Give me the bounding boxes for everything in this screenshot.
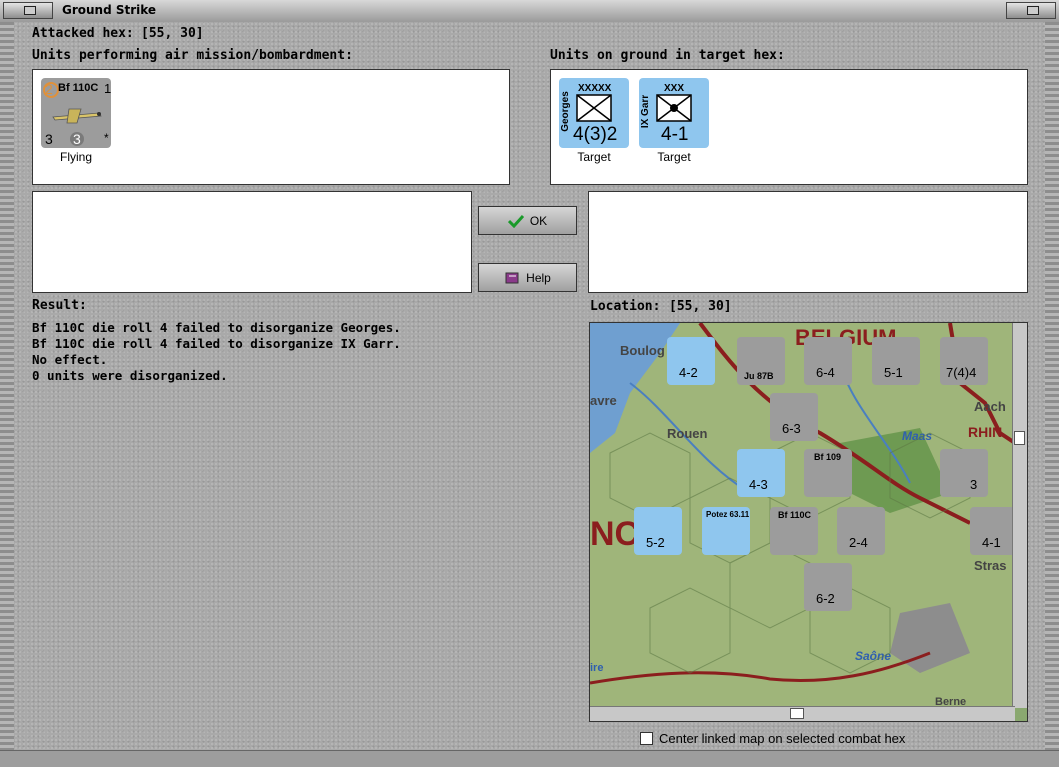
map-vertical-scroll-thumb[interactable] [1014, 431, 1025, 445]
map-label-france: NC [590, 515, 639, 553]
map-air-unit-counter[interactable]: Ju 87B [737, 337, 785, 385]
map-unit-counter[interactable]: 4-2 [667, 337, 715, 385]
result-line: No effect. [32, 352, 108, 367]
air-unit-mark: * [104, 131, 109, 145]
map-unit-counter[interactable]: 6-4 [804, 337, 852, 385]
window-title: Ground Strike [62, 3, 157, 17]
map-unit-counter[interactable]: 4-1 [970, 507, 1018, 555]
ground-unit-strength: 4(3)2 [573, 124, 618, 145]
help-button-label: Help [526, 270, 551, 285]
result-line: Bf 110C die roll 4 failed to disorganize… [32, 320, 401, 335]
map-unit-strength: 3 [970, 477, 978, 492]
map-label-maas: Maas [902, 429, 932, 443]
map-unit-counter[interactable]: 3 [940, 449, 988, 497]
map-label-loire: ire [590, 662, 603, 674]
map-label-boulogne: Boulog [620, 343, 665, 358]
map-unit-strength: 5-1 [884, 365, 903, 380]
ground-unit-status: Target [577, 150, 611, 164]
ground-unit-status: Target [657, 150, 691, 164]
air-units-heading: Units performing air mission/bombardment… [32, 48, 353, 63]
title-bar: Ground Strike [0, 0, 1059, 23]
map-label-aachen: Aach [974, 399, 1006, 414]
maximize-icon [1027, 6, 1039, 15]
help-button[interactable]: Help [478, 263, 577, 292]
map-unit-strength: 6-3 [782, 421, 801, 436]
map-vertical-scrollbar[interactable] [1012, 323, 1027, 708]
map-air-unit-counter[interactable]: Bf 109 [804, 449, 852, 497]
map-unit-strength: 4-2 [679, 365, 698, 380]
air-unit-name: Bf 110C [58, 82, 99, 94]
map-unit-counter[interactable]: 6-2 [804, 563, 852, 611]
ground-unit-size: XXXXX [578, 83, 612, 94]
ground-units-box: XXXXX Georges 4(3)2 Target XXX IX Garr 4… [550, 69, 1028, 185]
map-horizontal-scroll-thumb[interactable] [790, 708, 804, 719]
location-label: Location: [590, 299, 661, 314]
center-linked-map-option[interactable]: Center linked map on selected combat hex [640, 731, 905, 746]
attacked-hex-label: Attacked hex: [32, 26, 134, 41]
location-value: [55, 30] [669, 299, 732, 314]
map-unit-strength: 5-2 [646, 535, 665, 550]
air-units-box: 2 Bf 110C 1 3 3 * Flying [32, 69, 510, 185]
system-menu-button[interactable] [3, 2, 53, 19]
result-line: 0 units were disorganized. [32, 368, 228, 383]
map-unit-counter[interactable]: 7(4)4 [940, 337, 988, 385]
ground-units-heading: Units on ground in target hex: [550, 48, 785, 63]
map-unit-counter[interactable]: 5-1 [872, 337, 920, 385]
map-unit-strength: Bf 109 [814, 452, 842, 462]
map-unit-counter[interactable]: 4-3 [737, 449, 785, 497]
air-unit-status: Flying [59, 150, 92, 164]
window-frame-right [1045, 22, 1059, 750]
map-unit-strength: Potez 63.11 [706, 510, 750, 519]
map-unit-strength: 7(4)4 [946, 365, 977, 380]
map-unit-strength: 6-2 [816, 591, 835, 606]
window-icon [24, 6, 36, 15]
map-label-rouen: Rouen [667, 426, 708, 441]
ok-button-label: OK [529, 213, 548, 228]
map-unit-counter[interactable]: 5-2 [634, 507, 682, 555]
map-unit-strength: Bf 110C [778, 510, 812, 520]
result-heading: Result: [32, 298, 87, 313]
map-label-strasbourg: Stras [974, 558, 1007, 573]
map-unit-strength: 4-1 [982, 535, 1001, 550]
map-unit-counter[interactable]: 2-4 [837, 507, 885, 555]
air-unit-left-value: 3 [45, 131, 53, 147]
ground-unit-size: XXX [664, 83, 685, 94]
map-air-unit-counter[interactable]: Bf 110C [770, 507, 818, 555]
air-attack-value: 2 [45, 81, 53, 97]
map-unit-counter[interactable]: 6-3 [770, 393, 818, 441]
ground-unit-counter[interactable]: XXXXX Georges 4(3)2 [559, 78, 629, 148]
ok-button[interactable]: OK [478, 206, 577, 235]
map-horizontal-scrollbar[interactable] [590, 706, 1015, 721]
ground-unit-name: Georges [559, 91, 571, 132]
result-line: Bf 110C die roll 4 failed to disorganize… [32, 336, 401, 351]
ground-unit-strength: 4-1 [661, 124, 689, 145]
air-unit-mid-value: 3 [73, 131, 81, 147]
center-linked-map-checkbox[interactable] [640, 732, 653, 745]
window-frame-bottom [0, 750, 1059, 767]
help-book-icon [505, 272, 519, 283]
ground-unit-name: IX Garr [640, 94, 652, 129]
map-unit-strength: 2-4 [849, 535, 868, 550]
ground-unit-counter[interactable]: XXX IX Garr 4-1 [639, 78, 709, 148]
map-air-unit-counter[interactable]: Potez 63.11 [702, 507, 750, 555]
center-linked-map-label: Center linked map on selected combat hex [659, 731, 906, 746]
maximize-button[interactable] [1006, 2, 1056, 19]
map-unit-strength: Ju 87B [744, 371, 774, 381]
attacker-details-box [32, 191, 472, 293]
attacked-hex-value: [55, 30] [141, 26, 204, 41]
defender-details-box [588, 191, 1028, 293]
map-unit-strength: 4-3 [749, 477, 768, 492]
checkmark-icon [507, 214, 524, 228]
map-label-havre: avre [590, 393, 617, 408]
map-label-rhine: RHIN [968, 424, 1002, 440]
ground-strike-panel: Attacked hex: [55, 30] Units performing … [14, 22, 1045, 750]
location-map[interactable]: Boulog avre Rouen Aach Stras ire Berne M… [589, 322, 1028, 722]
window-frame-left [0, 22, 14, 750]
air-unit-range: 1 [104, 81, 112, 96]
air-unit-counter[interactable]: 2 Bf 110C 1 3 3 * [41, 78, 111, 148]
map-unit-strength: 6-4 [816, 365, 835, 380]
